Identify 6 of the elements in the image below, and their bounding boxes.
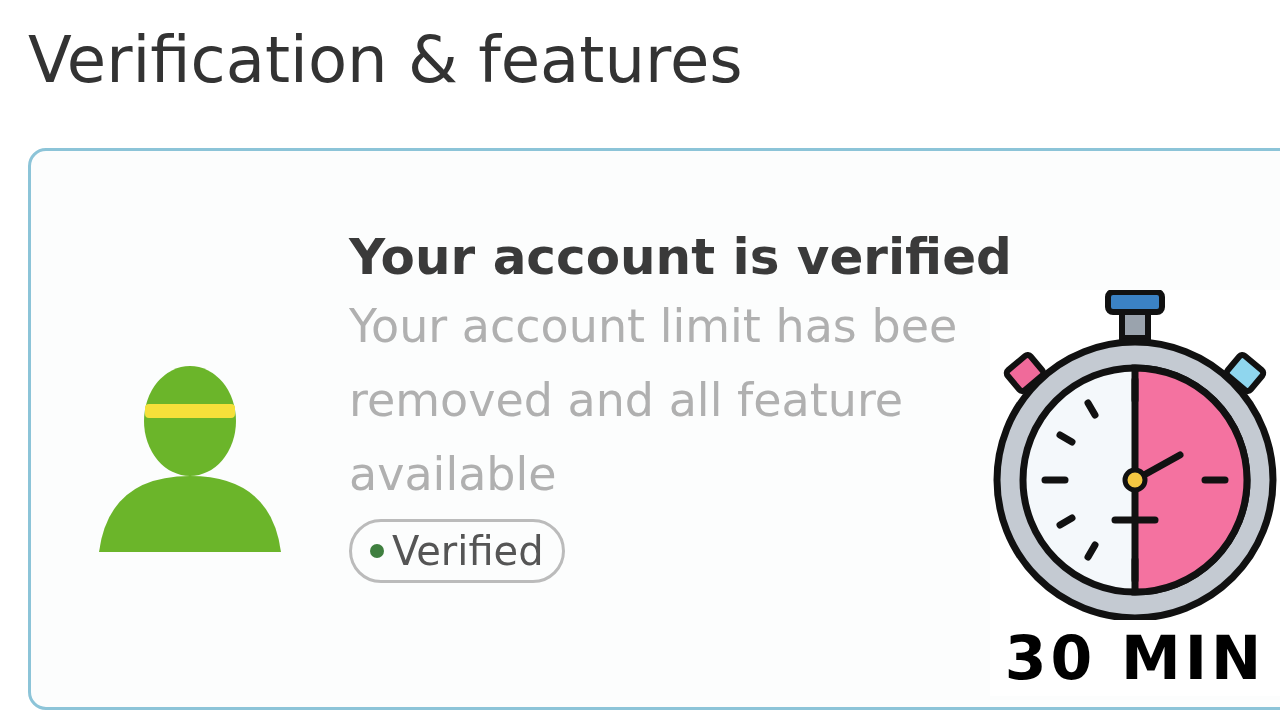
badge-label: Verified xyxy=(392,527,544,576)
page-title: Verification & features xyxy=(28,22,743,99)
duration-label: 30 MIN xyxy=(1004,622,1266,695)
card-description: Your account limit has bee removed and all feature available xyxy=(349,298,958,503)
user-avatar-icon xyxy=(99,366,281,552)
card-title: Your account is verified xyxy=(349,227,1012,288)
